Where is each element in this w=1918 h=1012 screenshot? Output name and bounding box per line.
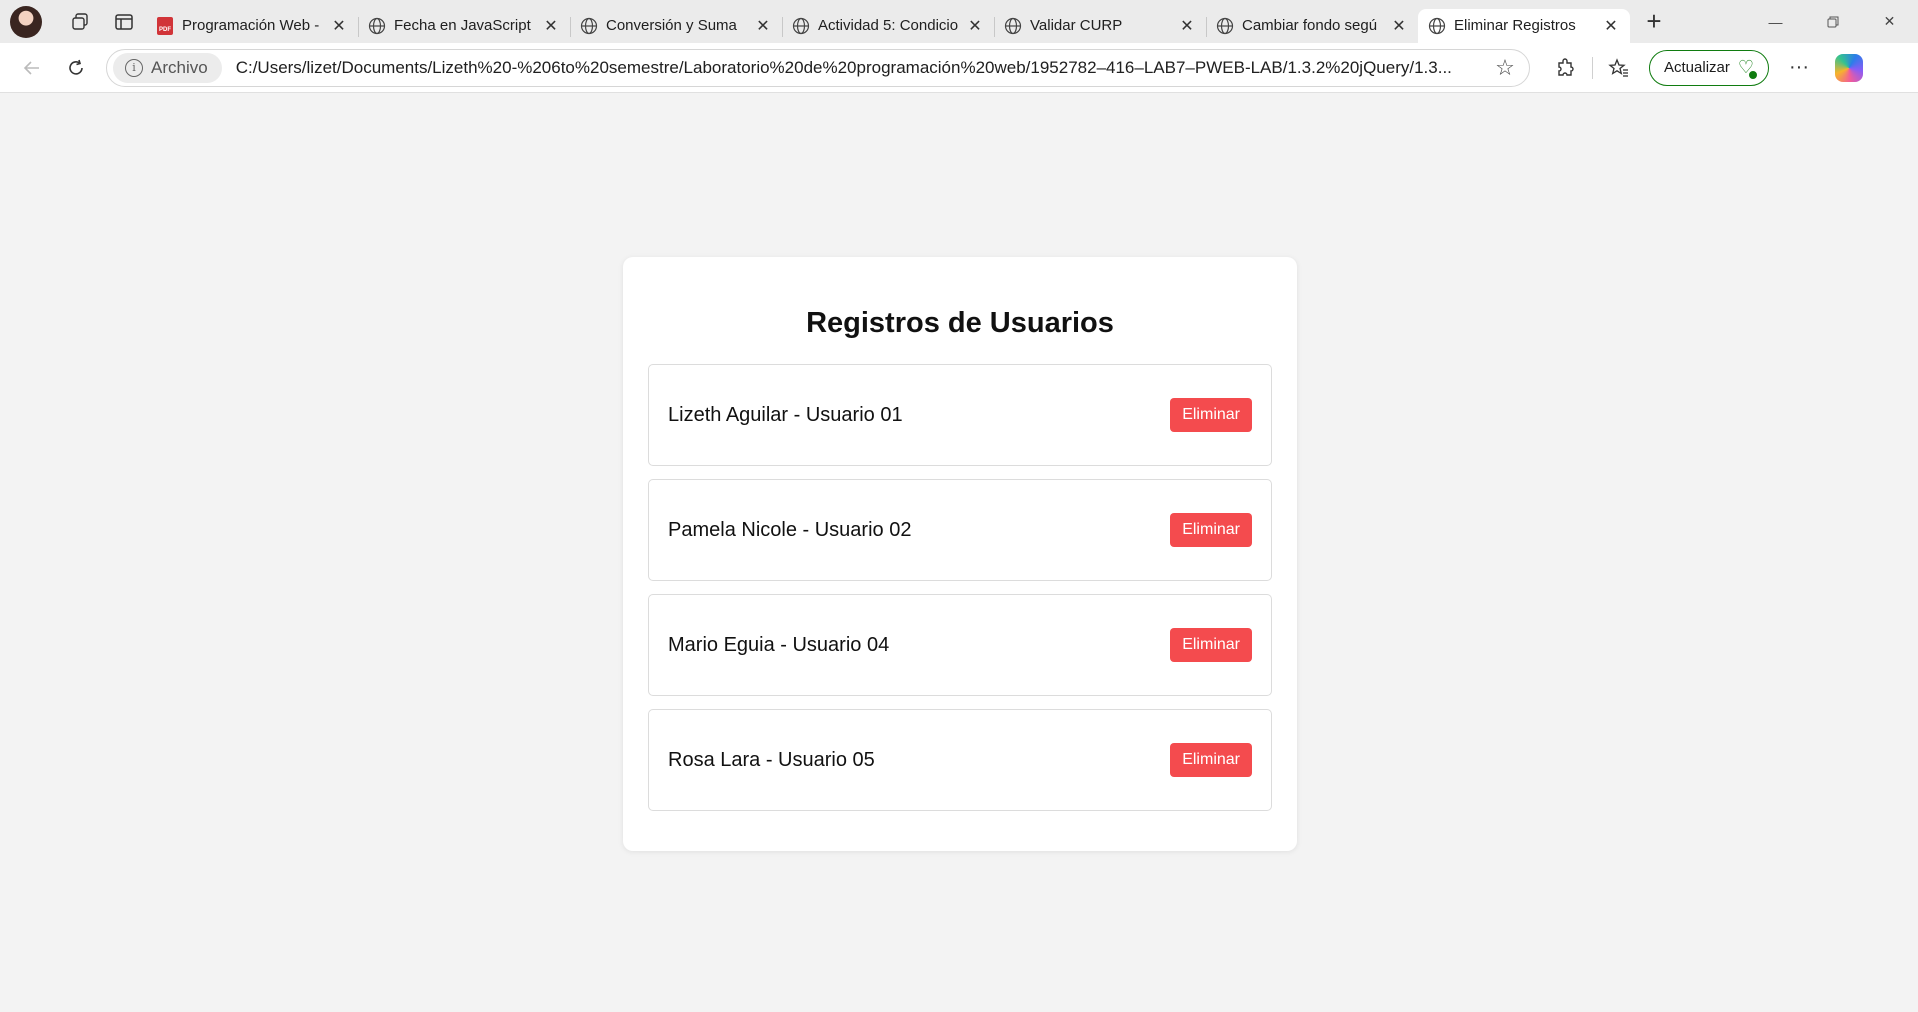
record-item: Mario Eguia - Usuario 04 Eliminar [648,594,1272,696]
globe-icon [792,17,810,35]
tab-validar-curp[interactable]: Validar CURP ✕ [994,9,1206,43]
globe-icon [1004,17,1022,35]
health-heart-icon: ♡ [1738,57,1758,80]
tab-title: Fecha en JavaScript [394,17,531,34]
more-options-icon[interactable]: ··· [1777,48,1821,88]
record-item: Rosa Lara - Usuario 05 Eliminar [648,709,1272,811]
refresh-icon[interactable] [54,48,98,88]
page-viewport: Registros de Usuarios Lizeth Aguilar - U… [4,94,1918,1012]
close-window-icon[interactable]: ✕ [1861,0,1918,43]
favorite-star-icon[interactable]: ☆ [1487,55,1523,81]
close-icon[interactable]: ✕ [1602,17,1620,35]
tab-title: Eliminar Registros [1454,17,1576,34]
delete-button[interactable]: Eliminar [1170,398,1252,432]
tab-programacion-web[interactable]: PDF Programación Web - ✕ [146,9,358,43]
workspaces-icon[interactable] [58,0,102,43]
copilot-icon[interactable] [1827,48,1871,88]
globe-icon [368,17,386,35]
records-card: Registros de Usuarios Lizeth Aguilar - U… [623,257,1297,851]
tab-actions-icon[interactable] [102,0,146,43]
site-info-chip[interactable]: i Archivo [113,52,222,83]
window-controls: — ✕ [1747,0,1918,43]
tab-title: Actividad 5: Condicio [818,17,958,34]
close-icon[interactable]: ✕ [754,17,772,35]
close-icon[interactable]: ✕ [330,17,348,35]
pdf-icon: PDF [156,16,174,35]
tab-fecha-javascript[interactable]: Fecha en JavaScript ✕ [358,9,570,43]
update-label: Actualizar [1664,59,1730,76]
site-chip-label: Archivo [151,57,208,77]
tab-cambiar-fondo[interactable]: Cambiar fondo segú ✕ [1206,9,1418,43]
new-tab-button[interactable]: + [1634,0,1674,43]
browser-toolbar: i Archivo C:/Users/lizet/Documents/Lizet… [0,43,1918,93]
tab-conversion-suma[interactable]: Conversión y Suma ✕ [570,9,782,43]
tab-eliminar-registros[interactable]: Eliminar Registros ✕ [1418,8,1630,43]
tab-actividad-5[interactable]: Actividad 5: Condicio ✕ [782,9,994,43]
extensions-icon[interactable] [1544,48,1588,88]
delete-button[interactable]: Eliminar [1170,513,1252,547]
update-button[interactable]: Actualizar ♡ [1649,49,1769,86]
record-item: Pamela Nicole - Usuario 02 Eliminar [648,479,1272,581]
tab-strip: PDF Programación Web - ✕ Fecha en JavaSc… [0,0,1918,43]
record-item: Lizeth Aguilar - Usuario 01 Eliminar [648,364,1272,466]
tab-title: Conversión y Suma [606,17,737,34]
close-icon[interactable]: ✕ [1178,17,1196,35]
info-icon: i [125,58,143,77]
tab-title: Programación Web - [182,17,320,34]
delete-button[interactable]: Eliminar [1170,743,1252,777]
tab-title: Validar CURP [1030,17,1123,34]
record-label: Lizeth Aguilar - Usuario 01 [668,403,903,426]
close-icon[interactable]: ✕ [966,17,984,35]
minimize-icon[interactable]: — [1747,0,1804,43]
address-bar[interactable]: i Archivo C:/Users/lizet/Documents/Lizet… [106,48,1530,87]
globe-icon [1428,17,1446,35]
favorites-icon[interactable] [1597,48,1641,88]
record-label: Mario Eguia - Usuario 04 [668,633,890,656]
globe-icon [1216,17,1234,35]
back-arrow-icon[interactable] [10,48,54,88]
close-icon[interactable]: ✕ [1390,17,1408,35]
delete-button[interactable]: Eliminar [1170,628,1252,662]
toolbar-divider [1592,56,1593,79]
restore-icon[interactable] [1804,0,1861,43]
tab-title: Cambiar fondo segú [1242,17,1378,34]
profile-avatar[interactable] [10,5,42,38]
record-label: Rosa Lara - Usuario 05 [668,748,875,771]
record-label: Pamela Nicole - Usuario 02 [668,518,912,541]
globe-icon [580,17,598,35]
close-icon[interactable]: ✕ [542,17,560,35]
page-title: Registros de Usuarios [806,307,1114,339]
url-text[interactable]: C:/Users/lizet/Documents/Lizeth%20-%206t… [236,58,1487,78]
